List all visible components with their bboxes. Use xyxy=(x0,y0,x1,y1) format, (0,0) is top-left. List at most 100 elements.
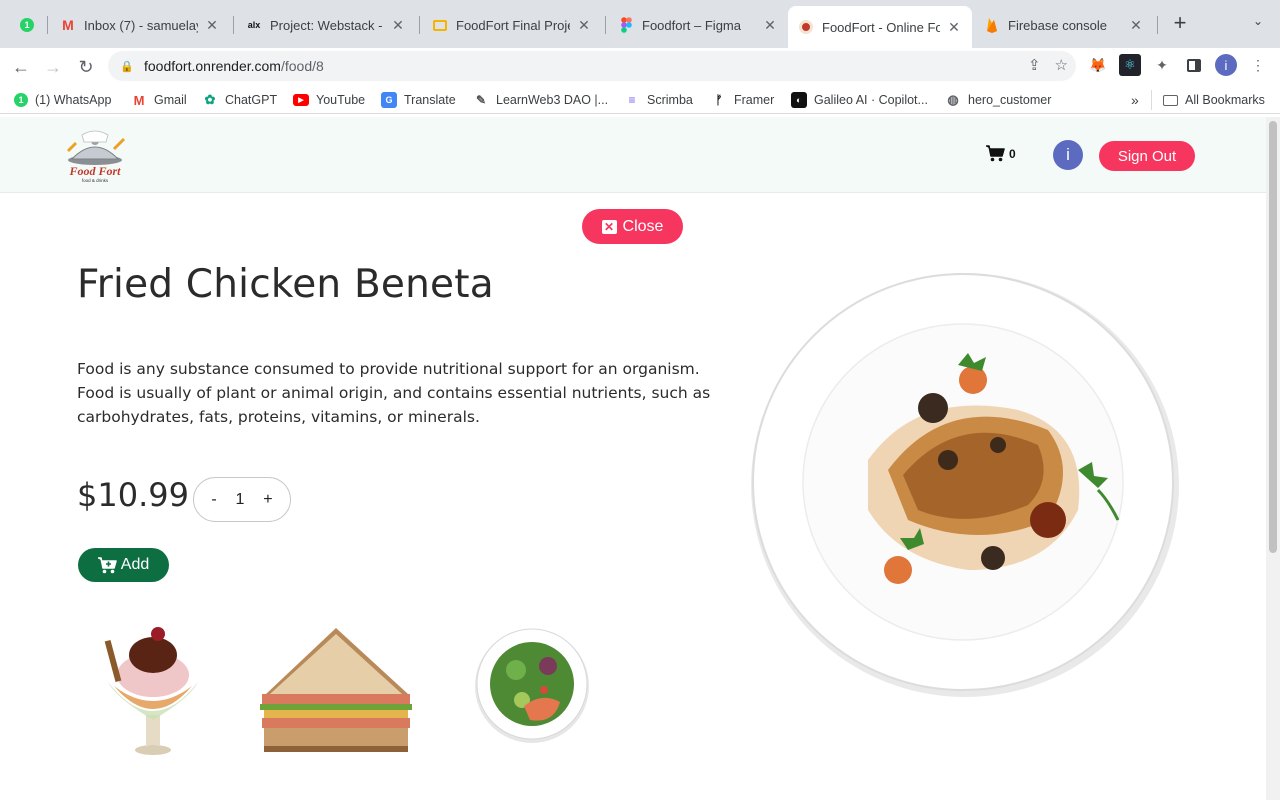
all-bookmarks-label: All Bookmarks xyxy=(1185,93,1265,107)
site-header: Food Fort food & drinks 0 i Sign Out xyxy=(0,117,1266,193)
learnweb3-icon: ✎ xyxy=(475,93,487,107)
fried-chicken-plate-image xyxy=(751,273,1179,697)
bookmark-label: Scrimba xyxy=(647,93,693,107)
sign-out-button[interactable]: Sign Out xyxy=(1099,141,1195,171)
reload-icon[interactable]: ↻ xyxy=(73,54,99,80)
metamask-icon[interactable]: 🦊 xyxy=(1087,54,1109,76)
close-tab-icon[interactable]: ✕ xyxy=(390,17,406,34)
quantity-value: 1 xyxy=(235,490,245,508)
foodfort-logo[interactable]: Food Fort food & drinks xyxy=(62,129,128,183)
close-tab-icon[interactable]: ✕ xyxy=(576,17,592,34)
whatsapp-icon: 1 xyxy=(20,18,34,32)
translate-icon: G xyxy=(381,92,397,108)
tab-foodfort-active[interactable]: FoodFort - Online Foo ✕ xyxy=(788,6,972,48)
youtube-icon: ▶ xyxy=(293,94,309,106)
bookmark-gmail[interactable]: M Gmail xyxy=(131,90,187,110)
quantity-stepper: - 1 + xyxy=(193,477,291,522)
food-title: Fried Chicken Beneta xyxy=(77,262,494,307)
galileo-icon: ◐ xyxy=(791,92,807,108)
scrollbar-thumb[interactable] xyxy=(1269,121,1277,553)
bookmark-star-icon[interactable]: ☆ xyxy=(1055,56,1068,74)
bookmark-label: ChatGPT xyxy=(225,93,278,107)
side-panel-icon[interactable] xyxy=(1183,54,1205,76)
bookmark-chatgpt[interactable]: ✿ ChatGPT xyxy=(202,90,278,110)
sandwich-image[interactable] xyxy=(256,624,414,756)
framer-icon: ᚠ xyxy=(715,93,723,107)
close-tab-icon[interactable]: ✕ xyxy=(946,19,962,36)
bookmark-label: Gmail xyxy=(154,93,187,107)
share-icon[interactable]: ⇪ xyxy=(1028,56,1041,74)
figma-icon xyxy=(618,17,634,33)
bookmark-label: LearnWeb3 DAO |... xyxy=(496,93,609,107)
tab-title: Firebase console xyxy=(1008,17,1107,33)
bookmarks-overflow-button[interactable]: » xyxy=(1131,90,1139,110)
gmail-icon: M xyxy=(62,17,74,33)
close-button[interactable]: ✕ Close xyxy=(582,209,683,244)
tab-firebase[interactable]: Firebase console ✕ xyxy=(974,8,1154,42)
forward-arrow-icon[interactable]: → xyxy=(40,54,66,80)
bookmark-label: (1) WhatsApp xyxy=(35,93,112,107)
tab-slides[interactable]: FoodFort Final Projec ✕ xyxy=(422,8,602,42)
logo-wordmark: Food Fort xyxy=(68,164,121,178)
extensions-puzzle-icon[interactable]: ✦ xyxy=(1151,54,1173,76)
cart-count: 0 xyxy=(1009,146,1016,161)
bookmark-framer[interactable]: ᚠ Framer xyxy=(711,90,774,110)
ice-cream-sundae-image[interactable] xyxy=(100,620,206,756)
tab-gmail[interactable]: M Inbox (7) - samuelayo ✕ xyxy=(50,8,230,42)
tab-title: Project: Webstack - P xyxy=(270,17,384,33)
tab-whatsapp[interactable]: 1 xyxy=(14,8,44,42)
logo-tagline: food & drinks xyxy=(82,178,109,183)
bookmarks-bar: 1 (1) WhatsApp M Gmail ✿ ChatGPT ▶ YouTu… xyxy=(0,86,1280,114)
page-scrollbar[interactable] xyxy=(1266,117,1280,800)
bookmark-label: Translate xyxy=(404,93,456,107)
bookmark-label: YouTube xyxy=(316,93,366,107)
cart-icon xyxy=(97,556,117,573)
bookmark-youtube[interactable]: ▶ YouTube xyxy=(293,90,365,110)
decrement-button[interactable]: - xyxy=(211,491,216,509)
add-to-cart-button[interactable]: Add xyxy=(78,548,169,582)
whatsapp-icon: 1 xyxy=(14,93,28,107)
bookmark-galileo[interactable]: ◐ Galileo AI · Copilot... xyxy=(791,90,928,110)
gmail-icon: M xyxy=(133,92,145,108)
increment-button[interactable]: + xyxy=(263,491,272,509)
close-square-icon: ✕ xyxy=(601,219,617,234)
firebase-icon xyxy=(984,17,1000,33)
new-tab-button[interactable]: + xyxy=(1168,12,1192,36)
bookmark-hero-customer[interactable]: ◍ hero_customer xyxy=(945,90,1051,110)
tab-title: FoodFort Final Projec xyxy=(456,17,570,33)
close-tab-icon[interactable]: ✕ xyxy=(762,17,778,34)
url-host: foodfort.onrender.com xyxy=(144,58,281,74)
close-label: Close xyxy=(622,217,664,235)
foodfort-icon xyxy=(798,19,814,35)
tab-figma[interactable]: Foodfort – Figma ✕ xyxy=(608,8,788,42)
chatgpt-icon: ✿ xyxy=(204,92,216,107)
scrimba-icon: ≡ xyxy=(628,93,636,107)
address-bar[interactable]: 🔒 foodfort.onrender.com/food/8 ⇪ ☆ xyxy=(108,51,1076,81)
bookmark-label: hero_customer xyxy=(968,93,1052,107)
bookmark-scrimba[interactable]: ≡ Scrimba xyxy=(624,90,693,110)
tab-alx-project[interactable]: alx Project: Webstack - P ✕ xyxy=(236,8,416,42)
tab-title: Inbox (7) - samuelayo xyxy=(84,17,198,33)
react-devtools-icon[interactable]: ⚛ xyxy=(1119,54,1141,76)
cart-icon xyxy=(986,145,1005,162)
lock-icon: 🔒 xyxy=(120,60,134,73)
bookmark-translate[interactable]: G Translate xyxy=(381,90,456,110)
browser-menu-icon[interactable]: ⋮ xyxy=(1247,54,1269,76)
bookmark-learnweb3[interactable]: ✎ LearnWeb3 DAO |... xyxy=(473,90,608,110)
folder-icon xyxy=(1162,92,1178,108)
globe-icon: ◍ xyxy=(947,92,959,107)
all-bookmarks-button[interactable]: All Bookmarks xyxy=(1151,90,1265,110)
close-tab-icon[interactable]: ✕ xyxy=(204,17,220,34)
tab-search-chevron-icon[interactable]: ⌄ xyxy=(1248,14,1268,34)
url-path: /food/8 xyxy=(280,58,324,74)
cart-button[interactable]: 0 xyxy=(986,145,1016,162)
salmon-salad-image[interactable] xyxy=(472,626,592,746)
alx-icon: alx xyxy=(247,20,261,30)
bookmark-label: Framer xyxy=(734,93,775,107)
bookmark-whatsapp[interactable]: 1 (1) WhatsApp xyxy=(14,90,111,110)
back-arrow-icon[interactable]: ← xyxy=(8,54,34,80)
user-avatar[interactable]: i xyxy=(1053,140,1083,170)
food-description: Food is any substance consumed to provid… xyxy=(77,360,711,426)
close-tab-icon[interactable]: ✕ xyxy=(1128,17,1144,34)
profile-avatar[interactable]: i xyxy=(1215,54,1237,76)
